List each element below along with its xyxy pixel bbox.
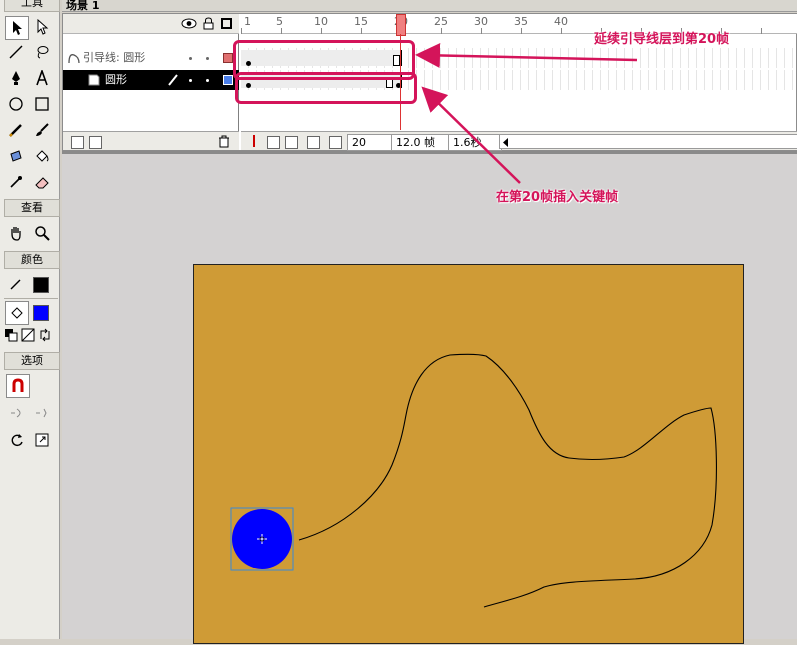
annotation-extend-guide: 延续引导线层到第20帧 (594, 32, 730, 47)
arrow-to-guide-layer (415, 42, 638, 68)
arrow-to-keyframe (421, 86, 521, 184)
annotation-insert-keyframe: 在第20帧插入关键帧 (496, 190, 619, 205)
annotation-arrows (415, 42, 638, 184)
